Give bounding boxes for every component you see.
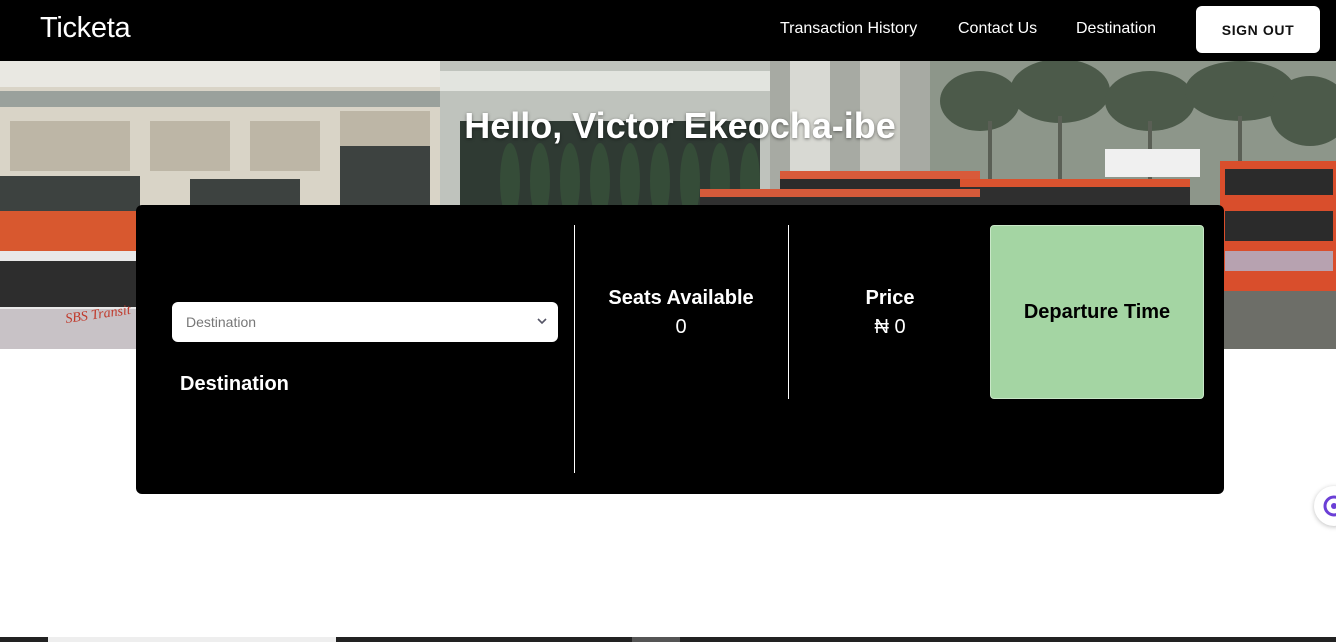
seats-available-value: 0 <box>675 316 687 338</box>
chat-icon <box>1323 495 1336 517</box>
booking-card: Destination Destination Seats Available … <box>136 205 1224 494</box>
nav-transaction-history[interactable]: Transaction History <box>780 20 917 38</box>
price-title: Price <box>865 287 915 309</box>
nav-contact-us[interactable]: Contact Us <box>958 20 1037 38</box>
bottom-scroll-strip <box>0 637 1336 642</box>
seats-available-stat: Seats Available 0 <box>586 287 776 339</box>
price-value: ₦ 0 <box>874 316 906 338</box>
scroll-segment <box>48 637 336 642</box>
divider <box>788 225 789 399</box>
destination-label: Destination <box>180 373 289 395</box>
seats-available-title: Seats Available <box>608 287 754 309</box>
divider <box>574 225 575 473</box>
chat-widget-button[interactable] <box>1314 486 1336 526</box>
chevron-down-icon <box>537 318 547 325</box>
top-navbar: Ticketa Transaction History Contact Us D… <box>0 0 1336 61</box>
brand-logo[interactable]: Ticketa <box>40 12 131 45</box>
nav-destination[interactable]: Destination <box>1076 20 1156 38</box>
destination-select[interactable]: Destination <box>172 302 558 342</box>
price-stat: Price ₦ 0 <box>800 287 980 339</box>
greeting-title: Hello, Victor Ekeocha-ibe <box>464 105 896 146</box>
departure-time-label: Departure Time <box>1023 300 1171 323</box>
departure-time-panel[interactable]: Departure Time <box>990 225 1204 399</box>
sign-out-button[interactable]: SIGN OUT <box>1196 6 1320 53</box>
destination-select-placeholder: Destination <box>186 314 257 330</box>
scroll-segment <box>632 637 680 642</box>
